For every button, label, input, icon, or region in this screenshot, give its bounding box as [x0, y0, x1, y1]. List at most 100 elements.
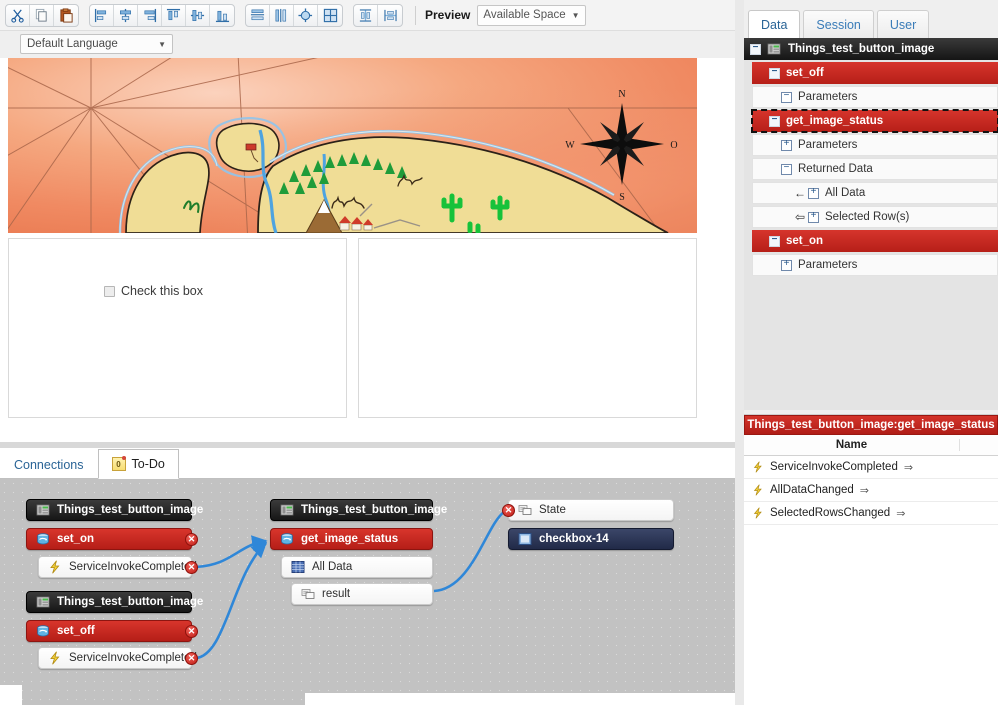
distribute-horizontal-icon[interactable] [246, 4, 270, 26]
tree-item-parameters[interactable]: + Parameters [752, 134, 998, 156]
tree-expander-toggle[interactable]: + [781, 139, 792, 151]
graph-node-things-test-button-image[interactable]: Things_test_button_image [270, 499, 447, 521]
event-row-selectedrowschanged[interactable]: SelectedRowsChanged ⇒ [744, 502, 998, 525]
tree-item-label: Things_test_button_image [788, 43, 935, 55]
events-table-header: Name [744, 435, 998, 456]
event-bind-arrow-icon: ⇒ [903, 461, 914, 474]
inspector-column: Data Session User − Things_test_button_im… [735, 0, 998, 705]
tree-item-selected-row-s-[interactable]: ⇦ + Selected Row(s) [752, 206, 998, 228]
tree-expander-toggle[interactable]: + [781, 259, 792, 271]
align-left-icon[interactable] [90, 4, 114, 26]
language-select[interactable]: Default Language ▼ [20, 34, 173, 54]
preview-panel-left[interactable]: Check this box IMAGE_ON [8, 238, 347, 418]
tree-item-parameters[interactable]: − Parameters [752, 86, 998, 108]
graph-gutter-left [0, 685, 22, 705]
tree-item-label: Parameters [798, 91, 858, 103]
graph-node-label: Things_test_button_image [301, 504, 448, 516]
chevron-down-icon: ▼ [571, 10, 580, 20]
graph-node-set-on[interactable]: set_on [26, 528, 192, 550]
tree-item-label: Returned Data [798, 163, 873, 175]
graph-node-label: result [322, 588, 351, 600]
distribute-vertical-icon[interactable] [270, 4, 294, 26]
tab-user[interactable]: User [876, 10, 930, 38]
graph-node-serviceinvokecompleted[interactable]: ServiceInvokeCompleted [38, 556, 197, 578]
error-badge-icon[interactable]: ✕ [185, 652, 198, 665]
graph-node-label: ServiceInvokeCompleted [69, 561, 197, 573]
align-bottom-icon[interactable] [210, 5, 234, 26]
tree-item-get-image-status[interactable]: − get_image_status [751, 109, 998, 133]
tree-item-label: Parameters [798, 259, 858, 271]
graph-node-things-test-button-image[interactable]: Things_test_button_image [26, 499, 203, 521]
tree-item-label: All Data [825, 187, 866, 199]
align-middle-icon[interactable] [186, 4, 210, 26]
event-row-alldatachanged[interactable]: AllDataChanged ⇒ [744, 479, 998, 502]
graph-node-serviceinvokecompleted[interactable]: ServiceInvokeCompleted [38, 647, 197, 669]
tree-expander-toggle[interactable]: − [769, 235, 780, 247]
data-tree[interactable]: − Things_test_button_image − set_off − Parame… [744, 38, 998, 410]
event-row-serviceinvokecompleted[interactable]: ServiceInvokeCompleted ⇒ [744, 456, 998, 479]
tree-item-set-off[interactable]: − set_off [752, 62, 998, 84]
events-column-name: Name [744, 439, 960, 451]
tree-item-parameters[interactable]: + Parameters [752, 254, 998, 276]
preview-panel-right[interactable]: IMAGE_OFF [358, 238, 697, 418]
copy-icon[interactable] [30, 4, 54, 26]
align-right-icon[interactable] [138, 4, 162, 26]
grid-icon[interactable] [318, 5, 342, 26]
graph-node-checkbox-14[interactable]: checkbox-14 [508, 528, 674, 550]
toolbar-divider [415, 5, 416, 25]
graph-node-set-off[interactable]: set_off [26, 620, 192, 642]
tree-item-returned-data[interactable]: − Returned Data [752, 158, 998, 180]
error-badge-icon[interactable]: ✕ [185, 533, 198, 546]
tab-data[interactable]: Data [748, 10, 801, 38]
tab-connections[interactable]: Connections [0, 449, 98, 479]
align-center-icon[interactable] [114, 4, 138, 26]
tree-expander-toggle[interactable]: + [808, 211, 819, 223]
available-space-value: Available Space [483, 9, 566, 21]
tree-expander-toggle[interactable]: − [781, 163, 792, 175]
checkbox-input[interactable] [104, 285, 115, 297]
error-badge-icon[interactable]: ✕ [185, 625, 198, 638]
available-space-select[interactable]: Available Space ▼ [477, 4, 586, 26]
graph-node-state[interactable]: State [508, 499, 674, 521]
same-height-icon[interactable] [354, 4, 378, 26]
graph-node-label: get_image_status [301, 533, 399, 545]
tree-expander-toggle[interactable]: − [781, 91, 792, 103]
event-bind-arrow-icon: ⇒ [896, 507, 906, 520]
align-top-icon[interactable] [162, 4, 186, 26]
tree-expander-toggle[interactable]: + [808, 187, 819, 199]
graph-node-things-test-button-image[interactable]: Things_test_button_image [26, 591, 203, 613]
tab-user-label: User [889, 17, 917, 32]
language-bar: Default Language ▼ [0, 31, 735, 58]
toolbar-group-clipboard [5, 3, 79, 27]
paste-icon[interactable] [54, 5, 78, 26]
tab-todo-label: To-Do [131, 457, 165, 471]
tree-item-all-data[interactable]: ← + All Data [752, 182, 998, 204]
graph-node-label: State [539, 504, 566, 516]
tab-todo[interactable]: 0 To-Do [97, 449, 179, 479]
event-name: AllDataChanged [770, 484, 854, 496]
sticky-note-icon: 0 [111, 456, 126, 471]
events-title: Things_test_button_image:get_image_statu… [744, 415, 998, 435]
tree-item-things-test-button-image[interactable]: − Things_test_button_image [744, 38, 998, 60]
center-target-icon[interactable] [294, 4, 318, 26]
tree-expander-toggle[interactable]: − [769, 67, 780, 79]
tree-expander-toggle[interactable]: − [769, 115, 780, 127]
error-badge-icon[interactable]: ✕ [502, 504, 515, 517]
tab-session[interactable]: Session [803, 10, 874, 38]
connections-graph[interactable]: Things_test_button_image set_on ✕ ServiceIn… [0, 479, 735, 705]
checkbox-row[interactable]: Check this box [104, 284, 203, 298]
tree-item-set-on[interactable]: − set_on [752, 230, 998, 252]
preview-canvas[interactable]: N S W O Check this box IMAGE_ON [0, 58, 735, 442]
svg-text:N: N [618, 89, 625, 100]
same-width-icon[interactable] [378, 5, 402, 26]
treasure-map-image[interactable]: N S W O [8, 58, 697, 233]
error-badge-icon[interactable]: ✕ [185, 561, 198, 574]
graph-node-result[interactable]: result [291, 583, 433, 605]
svg-text:O: O [670, 140, 677, 151]
tree-expander-toggle[interactable]: − [750, 43, 761, 55]
graph-node-get-image-status[interactable]: get_image_status [270, 528, 433, 550]
graph-node-label: All Data [312, 561, 353, 573]
scissors-icon[interactable] [6, 4, 30, 26]
bolt-icon [752, 460, 764, 474]
graph-node-all-data[interactable]: All Data [281, 556, 433, 578]
